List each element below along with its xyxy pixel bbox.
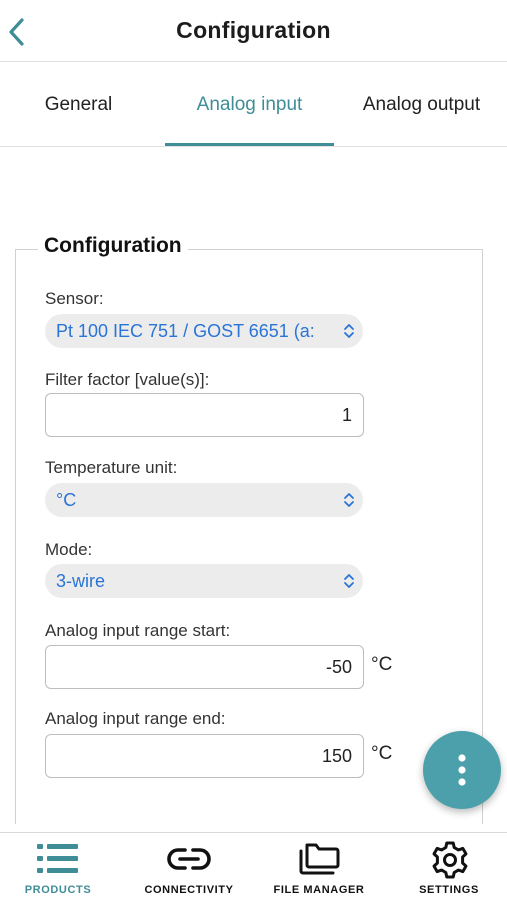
active-tab-indicator xyxy=(165,143,334,146)
back-button[interactable] xyxy=(2,12,32,52)
folders-icon xyxy=(299,843,340,875)
nav-settings[interactable]: SETTINGS xyxy=(405,833,493,900)
section-title: Configuration xyxy=(38,234,188,258)
range-start-input[interactable]: -50 xyxy=(45,645,364,689)
top-bar: Configuration xyxy=(0,0,507,62)
sensor-value: Pt 100 IEC 751 / GOST 6651 (a: xyxy=(56,320,315,341)
range-start-label: Analog input range start: xyxy=(45,621,231,640)
gear-icon xyxy=(432,841,468,879)
chevron-left-icon xyxy=(9,18,24,46)
mode-value: 3-wire xyxy=(56,570,106,591)
chevron-updown-icon xyxy=(344,574,354,588)
link-icon xyxy=(167,848,211,870)
bottom-navigation: PRODUCTS CONNECTIVITY FILE MANAGER SETTI… xyxy=(0,832,507,900)
nav-products[interactable]: PRODUCTS xyxy=(14,833,102,900)
tab-analog-input[interactable]: Analog input xyxy=(165,63,334,147)
range-end-label: Analog input range end: xyxy=(45,709,226,728)
nav-file-manager[interactable]: FILE MANAGER xyxy=(265,833,373,900)
more-vertical-icon xyxy=(458,754,466,786)
more-actions-button[interactable] xyxy=(423,731,501,809)
sensor-select[interactable]: Pt 100 IEC 751 / GOST 6651 (a: xyxy=(45,314,363,348)
nav-products-label: PRODUCTS xyxy=(24,884,92,896)
page-title: Configuration xyxy=(176,17,331,43)
temperature-unit-select[interactable]: °C xyxy=(45,483,363,517)
nav-file-manager-label: FILE MANAGER xyxy=(273,884,365,896)
filter-factor-input[interactable]: 1 xyxy=(45,393,364,437)
nav-settings-label: SETTINGS xyxy=(419,884,479,896)
filter-factor-label: Filter factor [value(s)]: xyxy=(45,370,210,389)
tab-analog-output[interactable]: Analog output xyxy=(336,63,507,147)
range-end-input[interactable]: 150 xyxy=(45,734,364,778)
sensor-label: Sensor: xyxy=(45,289,104,308)
chevron-updown-icon xyxy=(344,493,354,507)
temperature-unit-label: Temperature unit: xyxy=(45,458,178,477)
list-icon xyxy=(37,844,78,873)
nav-connectivity[interactable]: CONNECTIVITY xyxy=(133,833,245,900)
app-screen: Configuration General Analog input Analo… xyxy=(0,0,507,900)
nav-connectivity-label: CONNECTIVITY xyxy=(144,884,234,896)
mode-select[interactable]: 3-wire xyxy=(45,564,363,598)
temperature-unit-value: °C xyxy=(56,489,77,510)
tab-general[interactable]: General xyxy=(0,63,157,147)
range-start-unit: °C xyxy=(371,654,393,675)
tab-bar: General Analog input Analog output xyxy=(0,63,507,147)
mode-label: Mode: xyxy=(45,540,93,559)
range-end-unit: °C xyxy=(371,743,393,764)
chevron-updown-icon xyxy=(344,324,354,338)
